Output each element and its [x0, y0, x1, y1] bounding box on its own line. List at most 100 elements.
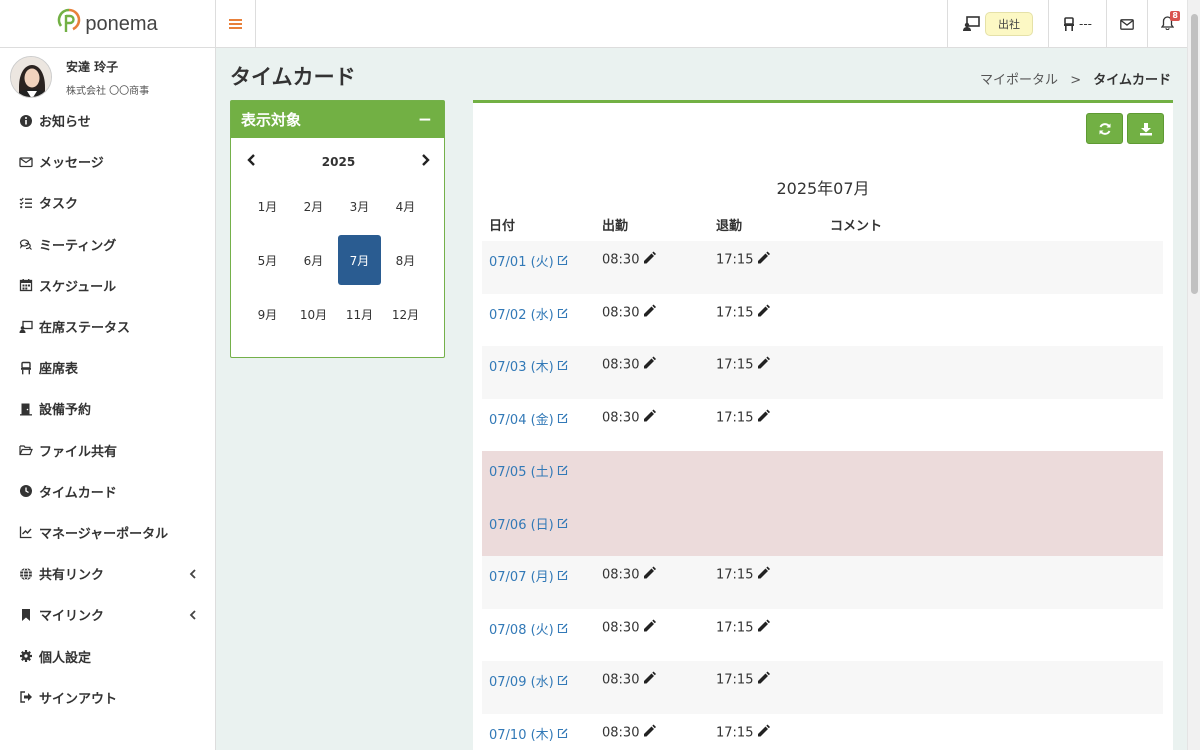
date-link[interactable]: 07/08 (火) — [489, 623, 554, 638]
pencil-icon[interactable] — [642, 671, 657, 689]
sidebar-item-sign-out[interactable]: サインアウト — [0, 677, 215, 718]
pencil-icon[interactable] — [642, 251, 657, 269]
sign-out-icon — [19, 690, 33, 704]
month-button[interactable]: 11月 — [338, 289, 381, 339]
pencil-icon[interactable] — [642, 724, 657, 742]
pencil-icon[interactable] — [756, 356, 771, 374]
edit-icon[interactable] — [557, 308, 568, 323]
chat-bubbles-icon — [19, 237, 33, 251]
collapse-button[interactable]: − — [418, 110, 432, 130]
month-button[interactable]: 4月 — [384, 181, 427, 231]
comment-cell — [824, 409, 1163, 452]
date-link[interactable]: 07/07 (月) — [489, 570, 554, 585]
clock-out-cell: 17:15 — [710, 251, 824, 294]
pencil-icon[interactable] — [756, 619, 771, 637]
pencil-icon[interactable] — [642, 304, 657, 322]
pencil-icon[interactable] — [756, 566, 771, 584]
next-year-button[interactable] — [421, 154, 430, 169]
brand[interactable]: ponema — [0, 0, 216, 48]
sidebar-item-label: 在席ステータス — [39, 321, 131, 337]
top-bar: ponema 出社 --- 8 — [0, 0, 1187, 48]
sidebar-item-calendar[interactable]: スケジュール — [0, 265, 215, 306]
month-button[interactable]: 10月 — [292, 289, 335, 339]
sidebar-item-chat-bubbles[interactable]: ミーティング — [0, 224, 215, 265]
sidebar-item-presence[interactable]: 在席ステータス — [0, 306, 215, 347]
month-button[interactable]: 7月 — [338, 235, 381, 285]
download-button[interactable] — [1127, 113, 1164, 144]
hamburger-icon — [229, 19, 242, 29]
status-badge: 出社 — [985, 12, 1033, 36]
sidebar-item-globe[interactable]: 共有リンク — [0, 553, 215, 594]
edit-icon[interactable] — [557, 465, 568, 480]
refresh-button[interactable] — [1086, 113, 1123, 144]
sidebar-item-gear[interactable]: 個人設定 — [0, 635, 215, 676]
year-navigator: 2025 — [231, 138, 444, 169]
month-button[interactable]: 8月 — [384, 235, 427, 285]
date-link[interactable]: 07/10 (木) — [489, 728, 554, 743]
edit-icon[interactable] — [557, 728, 568, 743]
month-button[interactable]: 6月 — [292, 235, 335, 285]
sidebar-item-tasks[interactable]: タスク — [0, 182, 215, 223]
timecard-rows: 07/01 (火) 08:30 17:15 07/02 (水) 08:30 17:15 07… — [482, 241, 1163, 750]
sidebar-item-folder-open[interactable]: ファイル共有 — [0, 430, 215, 471]
pencil-icon[interactable] — [756, 671, 771, 689]
date-link[interactable]: 07/09 (水) — [489, 675, 554, 690]
edit-icon[interactable] — [557, 623, 568, 638]
pencil-icon[interactable] — [642, 619, 657, 637]
chair-icon — [19, 361, 33, 375]
pencil-icon[interactable] — [756, 409, 771, 427]
date-link[interactable]: 07/05 (土) — [489, 465, 554, 480]
filter-panel: 表示対象 − 2025 1月 2月 3月 4月 5月 6月 7月 8月 9月 10月 11月 12月 — [230, 100, 445, 358]
month-button[interactable]: 1月 — [246, 181, 289, 231]
timecard-table-header: 日付 出勤 退勤 コメント — [482, 215, 1163, 234]
month-button[interactable]: 2月 — [292, 181, 335, 231]
month-title: 2025年07月 — [776, 179, 870, 198]
month-button[interactable]: 3月 — [338, 181, 381, 231]
edit-icon[interactable] — [557, 360, 568, 375]
edit-icon[interactable] — [557, 413, 568, 428]
sidebar-item-bookmark[interactable]: マイリンク — [0, 594, 215, 635]
date-cell: 07/10 (木) — [482, 724, 596, 750]
date-link[interactable]: 07/04 (金) — [489, 413, 554, 428]
seat-button[interactable]: --- — [1048, 0, 1106, 48]
date-link[interactable]: 07/06 (日) — [489, 518, 554, 533]
date-link[interactable]: 07/03 (木) — [489, 360, 554, 375]
chevron-left-icon[interactable] — [189, 567, 197, 585]
edit-icon[interactable] — [557, 518, 568, 533]
edit-icon[interactable] — [557, 675, 568, 690]
table-row: 07/09 (水) 08:30 17:15 — [482, 661, 1163, 714]
month-button[interactable]: 5月 — [246, 235, 289, 285]
notifications-button[interactable]: 8 — [1147, 0, 1187, 48]
sidebar-item-envelope[interactable]: メッセージ — [0, 141, 215, 182]
sidebar-item-info[interactable]: お知らせ — [0, 100, 215, 141]
month-button[interactable]: 12月 — [384, 289, 427, 339]
date-link[interactable]: 07/01 (火) — [489, 255, 554, 270]
menu-toggle-button[interactable] — [216, 0, 256, 48]
presence-status-button[interactable]: 出社 — [947, 0, 1048, 48]
date-link[interactable]: 07/02 (水) — [489, 308, 554, 323]
pencil-icon[interactable] — [642, 566, 657, 584]
pencil-icon[interactable] — [756, 724, 771, 742]
month-button[interactable]: 9月 — [246, 289, 289, 339]
pencil-icon[interactable] — [756, 251, 771, 269]
pencil-icon[interactable] — [642, 356, 657, 374]
edit-icon[interactable] — [557, 570, 568, 585]
breadcrumb-parent-link[interactable]: マイポータル — [980, 73, 1058, 88]
edit-icon[interactable] — [557, 255, 568, 270]
chair-icon — [1064, 17, 1074, 31]
table-row: 07/04 (金) 08:30 17:15 — [482, 399, 1163, 452]
messages-button[interactable] — [1106, 0, 1147, 48]
page-scrollbar[interactable] — [1187, 0, 1200, 750]
date-cell: 07/01 (火) — [482, 251, 596, 294]
pencil-icon[interactable] — [642, 409, 657, 427]
pencil-icon[interactable] — [756, 304, 771, 322]
sidebar-item-door[interactable]: 設備予約 — [0, 388, 215, 429]
sidebar-item-chair[interactable]: 座席表 — [0, 347, 215, 388]
sidebar-item-label: ファイル共有 — [39, 444, 118, 460]
user-profile[interactable]: 安達 玲子 株式会社 〇〇商事 — [0, 48, 215, 100]
prev-year-button[interactable] — [247, 154, 256, 169]
sidebar-item-line-chart[interactable]: マネージャーポータル — [0, 512, 215, 553]
chevron-left-icon[interactable] — [189, 608, 197, 626]
scrollbar-thumb[interactable] — [1191, 14, 1198, 294]
sidebar-item-clock[interactable]: タイムカード — [0, 471, 215, 512]
